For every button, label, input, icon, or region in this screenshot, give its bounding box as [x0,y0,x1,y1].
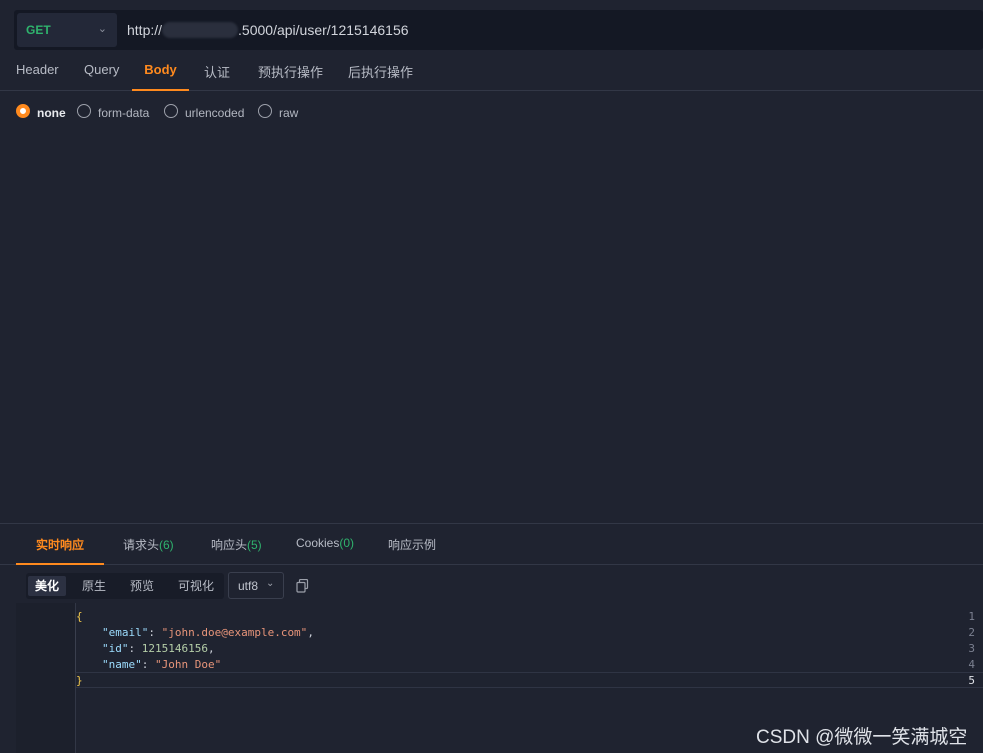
format-visualize-button[interactable]: 可视化 [171,576,221,596]
tab-post-request[interactable]: 后执行操作 [348,62,413,89]
count-badge: (0) [339,536,355,550]
tab-label: 响应头 [211,538,248,552]
method-label: GET [26,23,51,37]
line-number: 1 [968,610,975,623]
count-badge: (5) [247,538,262,552]
line-number: 2 [968,626,975,639]
radio-label: none [37,106,66,120]
watermark: CSDN @微微一笑满城空 [756,727,968,748]
tab-label: Cookies [296,536,340,550]
response-tabs: 实时响应 请求头(6) 响应头(5) Cookies(0) 响应示例 [0,523,983,565]
radio-icon [258,104,272,118]
line-number: 3 [968,642,975,655]
radio-label: form-data [98,106,150,120]
tab-request-headers[interactable]: 请求头(6) [123,536,174,563]
indent-guide [75,620,76,672]
json-comma: , [307,626,314,639]
format-pretty-button[interactable]: 美化 [28,576,67,596]
format-raw-button[interactable]: 原生 [75,576,113,596]
code-line: "email": "john.doe@example.com", [102,626,314,639]
code-line: { [76,610,83,623]
json-value: 1215146156 [141,642,208,655]
copy-icon[interactable] [296,579,309,593]
tab-response-examples[interactable]: 响应示例 [388,536,436,563]
tab-body[interactable]: Body [132,62,189,91]
json-open-brace: { [76,610,83,623]
tab-query[interactable]: Query [84,62,119,89]
chevron-down-icon: ⌄ [266,578,275,589]
json-key: "name" [102,658,142,671]
chevron-down-icon: ⌄ [97,23,107,35]
count-badge: (6) [159,538,174,552]
tab-label: 实时响应 [35,538,84,552]
tab-response-headers[interactable]: 响应头(5) [211,536,262,563]
request-tabs: Header Query Body 认证 预执行操作 后执行操作 [0,56,983,91]
encoding-label: utf8 [238,579,259,593]
radio-label: urlencoded [185,106,245,120]
tab-label: 请求头 [123,538,160,552]
format-toggle-group: 美化 原生 预览 可视化 [26,573,224,599]
tab-label: 响应示例 [388,538,437,552]
tab-live-response[interactable]: 实时响应 [16,536,104,565]
json-value: "john.doe@example.com" [161,626,308,639]
radio-checked-icon [16,104,30,118]
json-key: "id" [102,642,129,655]
tab-header[interactable]: Header [16,62,59,89]
json-key: "email" [102,626,149,639]
url-suffix: .5000/api/user/1215146156 [238,22,409,38]
radio-icon [164,104,178,118]
url-bar: GET ⌄ http:// .5000/api/user/1215146156 [14,10,983,50]
tab-auth[interactable]: 认证 [204,62,230,89]
url-prefix: http:// [127,22,163,38]
redacted-host [162,22,239,38]
encoding-select[interactable]: utf8 ⌄ [228,572,284,599]
tab-pre-request[interactable]: 预执行操作 [258,62,323,89]
format-preview-button[interactable]: 预览 [123,576,161,596]
line-number: 4 [968,658,975,671]
code-line: "name": "John Doe" [102,658,222,671]
url-input[interactable]: http:// .5000/api/user/1215146156 [127,22,409,38]
line-gutter [16,603,75,753]
method-select[interactable]: GET ⌄ [17,13,117,47]
tab-cookies[interactable]: Cookies(0) [296,536,354,563]
code-line: "id": 1215146156, [102,642,215,655]
radio-icon [77,104,91,118]
json-comma: , [207,642,215,655]
radio-label: raw [279,106,299,120]
json-value: "John Doe" [155,658,222,671]
active-line-highlight [76,672,983,688]
